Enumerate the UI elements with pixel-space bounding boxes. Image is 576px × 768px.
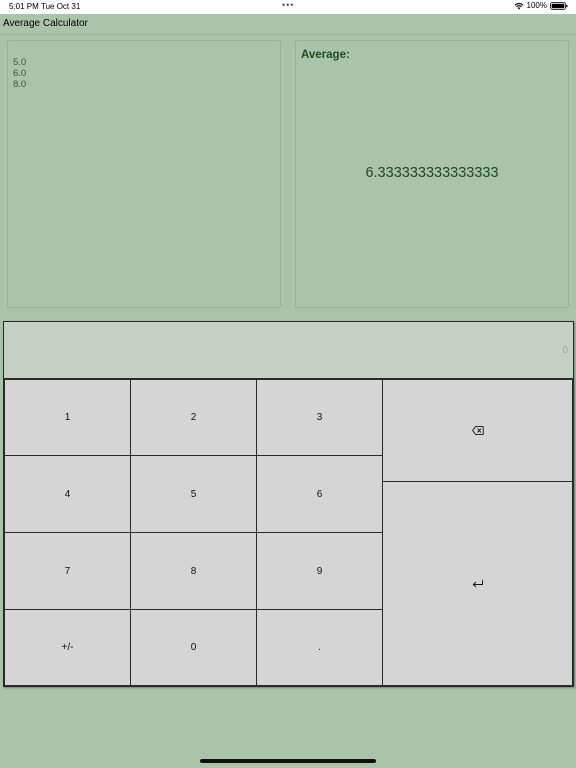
values-list: 5.0 6.0 8.0: [13, 57, 26, 90]
title-bar: Average Calculator: [0, 14, 576, 35]
app-screen: 5:01 PM Tue Oct 31 ••• 100% Average Calc…: [0, 0, 576, 768]
battery-percent: 100%: [526, 1, 547, 10]
key-8[interactable]: 8: [130, 532, 257, 610]
wifi-icon: [514, 2, 524, 10]
values-panel: 5.0 6.0 8.0: [7, 40, 281, 308]
key-7[interactable]: 7: [4, 532, 131, 610]
display-value: 0: [562, 345, 568, 356]
input-display: 0: [4, 322, 573, 379]
value-item: 6.0: [13, 68, 27, 79]
key-6[interactable]: 6: [256, 455, 383, 533]
battery-icon: [550, 1, 568, 10]
value-item: 8.0: [13, 79, 27, 90]
backspace-key[interactable]: [382, 379, 573, 482]
key-5[interactable]: 5: [130, 455, 257, 533]
keypad: 0 1 2 3 4 5 6 7 8 9 +/- 0 .: [3, 321, 574, 687]
key-4[interactable]: 4: [4, 455, 131, 533]
status-right: 100%: [514, 1, 568, 10]
status-bar: 5:01 PM Tue Oct 31 ••• 100%: [0, 0, 576, 14]
average-panel: Average: 6.333333333333333: [295, 40, 569, 308]
status-date: Tue Oct 31: [41, 2, 81, 11]
value-item: 5.0: [13, 57, 27, 68]
key-9[interactable]: 9: [256, 532, 383, 610]
key-1[interactable]: 1: [4, 379, 131, 456]
average-label: Average:: [301, 49, 350, 61]
sign-toggle-key[interactable]: +/-: [4, 609, 131, 686]
average-value: 6.333333333333333: [365, 165, 499, 181]
decimal-key[interactable]: .: [256, 609, 383, 686]
status-time: 5:01 PM: [9, 2, 39, 11]
key-2[interactable]: 2: [130, 379, 257, 456]
backspace-icon: [471, 426, 484, 435]
key-0[interactable]: 0: [130, 609, 257, 686]
key-3[interactable]: 3: [256, 379, 383, 456]
enter-key[interactable]: [382, 481, 573, 686]
return-icon: [472, 579, 484, 589]
home-indicator[interactable]: [200, 759, 376, 763]
app-title: Average Calculator: [3, 18, 88, 29]
multitasking-dots[interactable]: •••: [282, 0, 294, 10]
